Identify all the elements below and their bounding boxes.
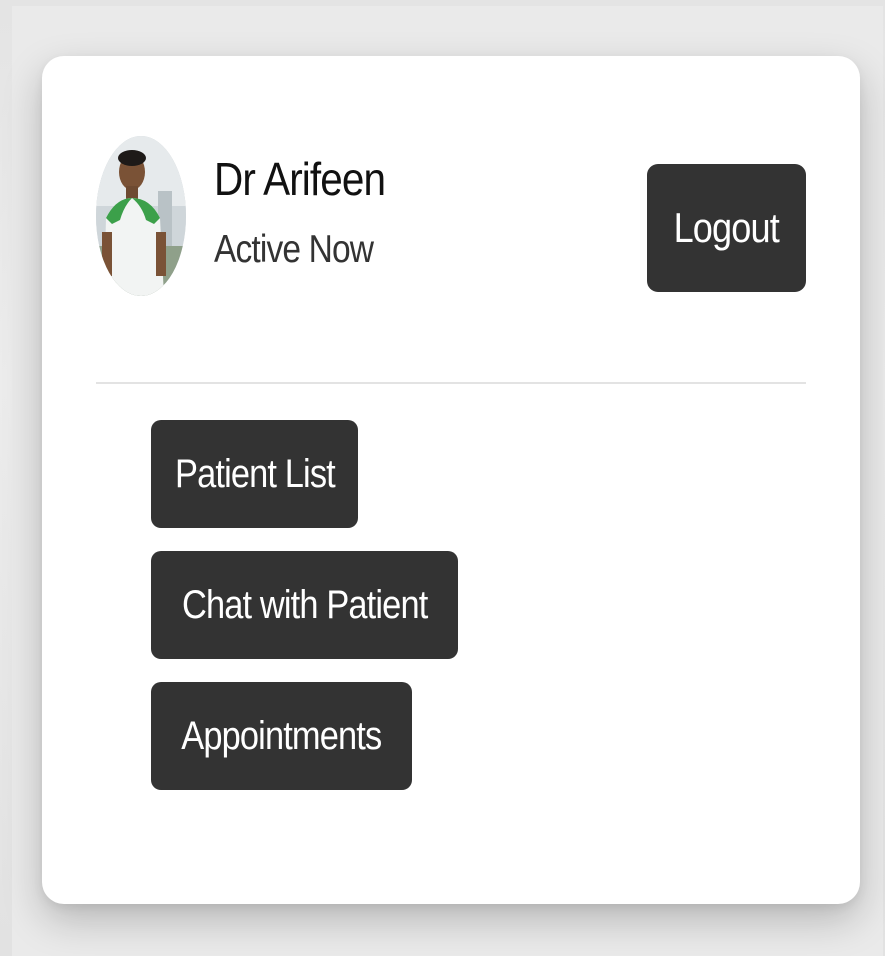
appointments-label: Appointments bbox=[181, 713, 382, 758]
logout-button[interactable]: Logout bbox=[647, 164, 806, 292]
user-info: Dr Arifeen Active Now bbox=[214, 156, 409, 269]
user-card: Dr Arifeen Active Now Logout Patient Lis… bbox=[42, 56, 860, 904]
appointments-button[interactable]: Appointments bbox=[151, 682, 412, 790]
user-name: Dr Arifeen bbox=[214, 153, 386, 205]
divider bbox=[96, 382, 806, 384]
user-status: Active Now bbox=[214, 228, 374, 271]
avatar-photo-icon bbox=[96, 136, 186, 296]
chat-with-patient-button[interactable]: Chat with Patient bbox=[151, 551, 458, 659]
avatar bbox=[96, 136, 186, 296]
chat-with-patient-label: Chat with Patient bbox=[181, 582, 428, 627]
menu: Patient List Chat with Patient Appointme… bbox=[151, 420, 458, 813]
logout-button-label: Logout bbox=[673, 204, 780, 251]
patient-list-button[interactable]: Patient List bbox=[151, 420, 358, 528]
patient-list-label: Patient List bbox=[174, 451, 336, 496]
